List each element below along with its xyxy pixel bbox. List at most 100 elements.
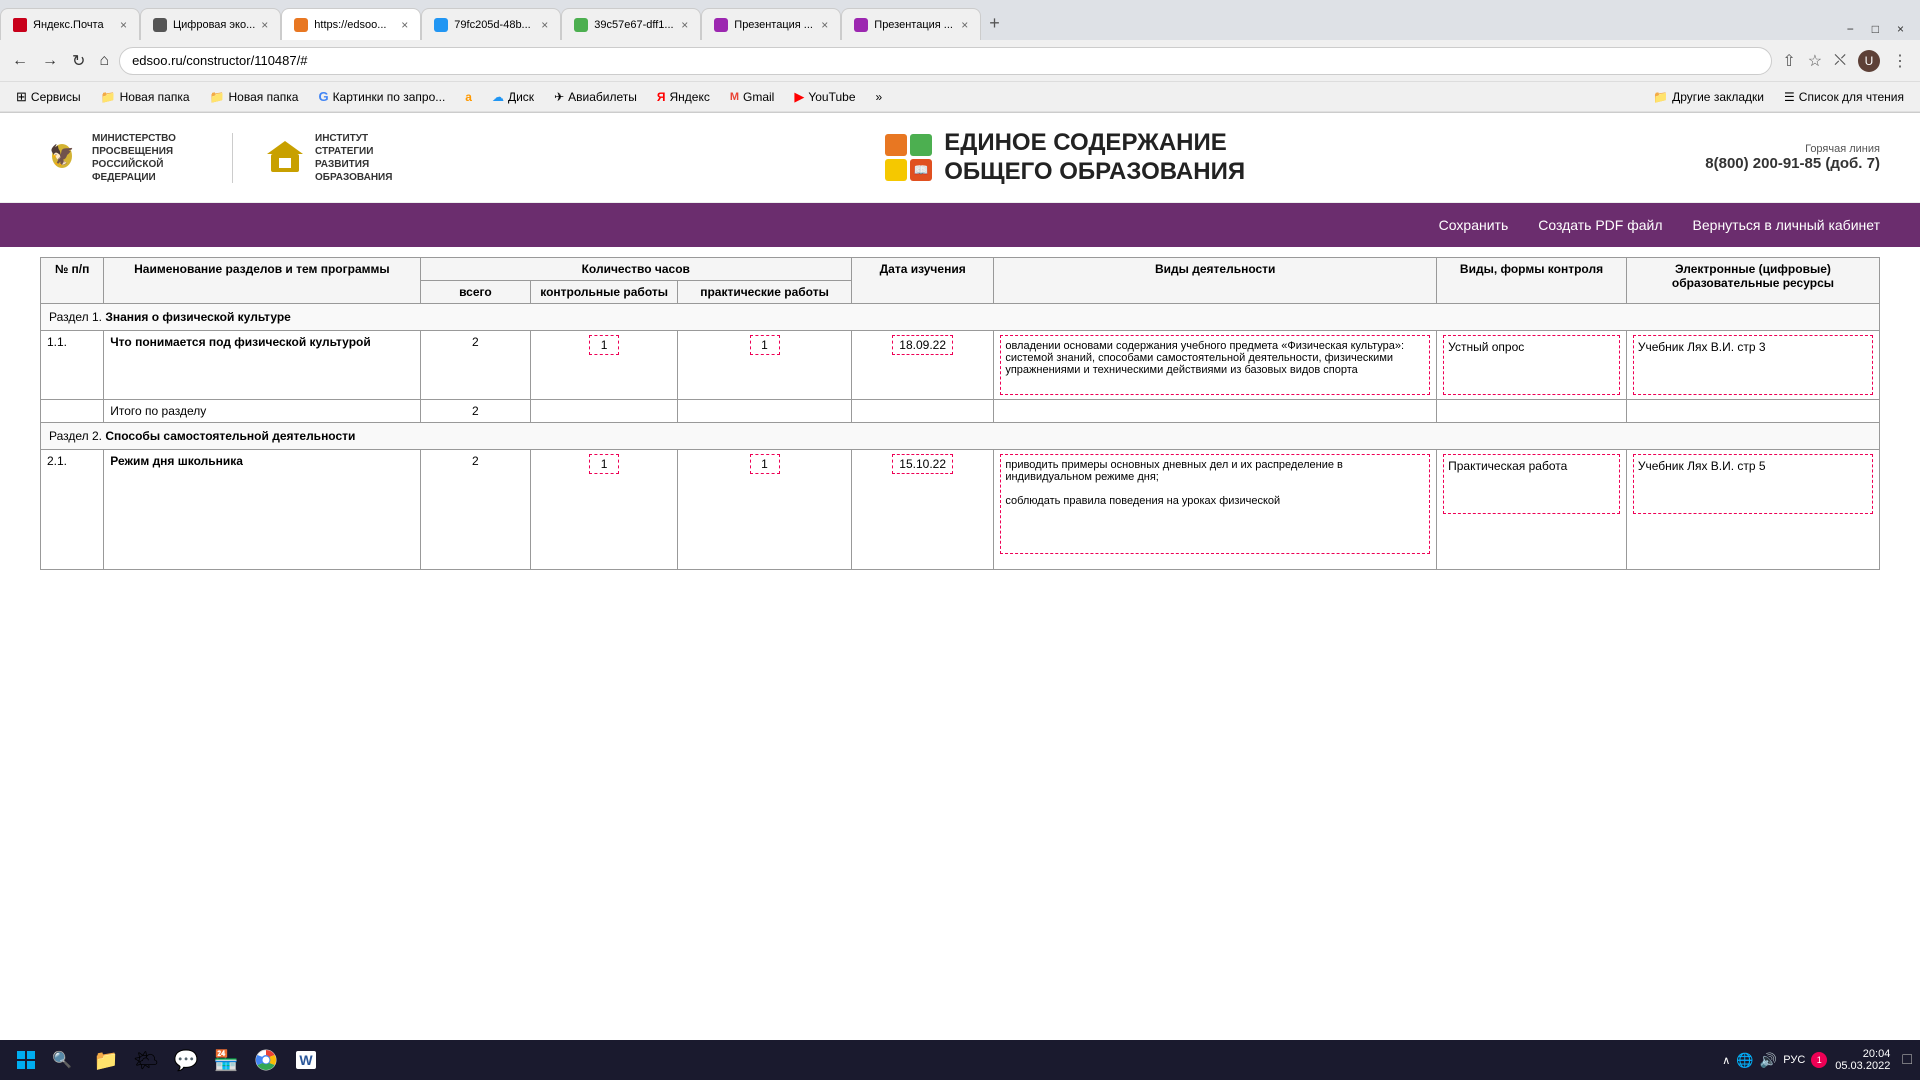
- nav-pdf[interactable]: Создать PDF файл: [1538, 217, 1662, 233]
- chevron-up-icon[interactable]: ∧: [1722, 1054, 1730, 1067]
- cell-date-2-1[interactable]: 15.10.22: [852, 450, 994, 570]
- logo-institute: ИНСТИТУТ СТРАТЕГИИ РАЗВИТИЯ ОБРАЗОВАНИЯ: [263, 132, 425, 184]
- cell-control-type-1-1[interactable]: Устный опрос: [1437, 331, 1627, 400]
- network-icon[interactable]: 🌐: [1736, 1052, 1753, 1069]
- section-1-text: Раздел 1. Знания о физической культуре: [49, 310, 291, 324]
- tab-close-6[interactable]: ×: [821, 18, 828, 32]
- bookmark-yandex[interactable]: Я Яндекс: [649, 88, 718, 106]
- cell-resource-2-1[interactable]: Учебник Лях В.И. стр 5: [1626, 450, 1879, 570]
- bookmark-more[interactable]: »: [868, 88, 891, 106]
- control-hours-input-1-1[interactable]: 1: [589, 335, 619, 355]
- maximize-button[interactable]: □: [1864, 18, 1887, 40]
- practice-hours-input-2-1[interactable]: 1: [750, 454, 780, 474]
- reading-list-icon: ☰: [1784, 90, 1795, 104]
- back-button[interactable]: ←: [8, 48, 32, 74]
- tab-close-4[interactable]: ×: [541, 18, 548, 32]
- cell-practice-hours-2-1[interactable]: 1: [678, 450, 852, 570]
- total-empty-4: [994, 400, 1437, 423]
- tab-presentation2[interactable]: Презентация ... ×: [841, 8, 981, 40]
- tab-39c5[interactable]: 39c57e67-dff1... ×: [561, 8, 701, 40]
- section-1-header: Раздел 1. Знания о физической культуре: [41, 304, 1880, 331]
- bookmarks-bar: ⊞ Сервисы 📁 Новая папка 📁 Новая папка G …: [0, 82, 1920, 112]
- tab-close-3[interactable]: ×: [401, 18, 408, 32]
- bookmark-avia[interactable]: ✈ Авиабилеты: [546, 88, 645, 106]
- cell-date-1-1[interactable]: 18.09.22: [852, 331, 994, 400]
- minimize-button[interactable]: −: [1839, 18, 1862, 40]
- bookmark-folder-2[interactable]: 📁 Новая папка: [202, 88, 307, 106]
- system-tray: ∧ 🌐 🔊 РУС 1: [1722, 1052, 1827, 1069]
- bookmark-reading-list[interactable]: ☰ Список для чтения: [1776, 88, 1912, 106]
- bookmark-google[interactable]: G Картинки по запро...: [310, 87, 453, 106]
- new-tab-button[interactable]: +: [981, 9, 1008, 38]
- taskbar-word[interactable]: W: [288, 1042, 324, 1078]
- bookmark-youtube[interactable]: ▶ YouTube: [786, 87, 863, 107]
- taskbar-teams[interactable]: 💬: [168, 1042, 204, 1078]
- notification-badge[interactable]: 1: [1811, 1052, 1827, 1068]
- taskbar-store[interactable]: 🏪: [208, 1042, 244, 1078]
- tab-close-5[interactable]: ×: [681, 18, 688, 32]
- tab-presentation1[interactable]: Презентация ... ×: [701, 8, 841, 40]
- search-icon: 🔍: [52, 1050, 72, 1070]
- search-button[interactable]: 🔍: [44, 1042, 80, 1078]
- start-button[interactable]: [8, 1042, 44, 1078]
- tab-close-2[interactable]: ×: [261, 18, 268, 32]
- profile-icon[interactable]: U: [1854, 46, 1884, 76]
- extensions-icon[interactable]: ⛌: [1830, 48, 1850, 74]
- control-type-input-2-1[interactable]: Практическая работа: [1443, 454, 1620, 514]
- cell-control-type-2-1[interactable]: Практическая работа: [1437, 450, 1627, 570]
- practice-hours-input-1-1[interactable]: 1: [750, 335, 780, 355]
- share-icon[interactable]: ⇧: [1778, 47, 1799, 75]
- activities-input-1-1[interactable]: овладении основами содержания учебного п…: [1000, 335, 1430, 395]
- logo-institute-text: ИНСТИТУТ СТРАТЕГИИ РАЗВИТИЯ ОБРАЗОВАНИЯ: [315, 132, 425, 184]
- menu-icon[interactable]: ⋮: [1888, 47, 1912, 75]
- gmail-icon: M: [730, 91, 739, 103]
- bookmark-star-icon[interactable]: ☆: [1804, 47, 1826, 75]
- cell-resource-1-1[interactable]: Учебник Лях В.И. стр 3: [1626, 331, 1879, 400]
- icon-green-top: [910, 134, 932, 156]
- date-input-2-1[interactable]: 15.10.22: [892, 454, 953, 474]
- close-button[interactable]: ×: [1889, 18, 1912, 40]
- taskbar-file-explorer[interactable]: 📁: [88, 1042, 124, 1078]
- cell-control-hours-1-1[interactable]: 1: [531, 331, 678, 400]
- cell-activities-2-1[interactable]: приводить примеры основных дневных дел и…: [994, 450, 1437, 570]
- tab-close-7[interactable]: ×: [961, 18, 968, 32]
- cell-control-hours-2-1[interactable]: 1: [531, 450, 678, 570]
- show-desktop-button[interactable]: □: [1902, 1051, 1912, 1069]
- refresh-button[interactable]: ↻: [68, 47, 89, 75]
- hotline-number: 8(800) 200-91-85 (доб. 7): [1705, 155, 1880, 172]
- bookmark-ok[interactable]: а: [457, 88, 480, 106]
- activities-input-2-1[interactable]: приводить примеры основных дневных дел и…: [1000, 454, 1430, 554]
- control-hours-input-2-1[interactable]: 1: [589, 454, 619, 474]
- icon-red-bottom: 📖: [910, 159, 932, 181]
- date-input-1-1[interactable]: 18.09.22: [892, 335, 953, 355]
- control-type-input-1-1[interactable]: Устный опрос: [1443, 335, 1620, 395]
- resource-input-2-1[interactable]: Учебник Лях В.И. стр 5: [1633, 454, 1873, 514]
- bookmark-services[interactable]: ⊞ Сервисы: [8, 87, 89, 107]
- tab-edsoo[interactable]: https://edsoo... ×: [281, 8, 421, 40]
- bookmark-gmail[interactable]: M Gmail: [722, 88, 783, 106]
- lang-indicator[interactable]: РУС: [1783, 1054, 1805, 1066]
- address-bar[interactable]: [119, 47, 1772, 75]
- cell-practice-hours-1-1[interactable]: 1: [678, 331, 852, 400]
- tab-79fc[interactable]: 79fc205d-48b... ×: [421, 8, 561, 40]
- website-content: 🦅 МИНИСТЕРСТВО ПРОСВЕЩЕНИЯ РОССИЙСКОЙ ФЕ…: [0, 113, 1920, 1041]
- bookmark-label: Яндекс: [669, 90, 709, 104]
- hours-value-1-1: 2: [472, 335, 479, 349]
- volume-icon[interactable]: 🔊: [1760, 1052, 1777, 1069]
- tab-close-1[interactable]: ×: [120, 18, 127, 32]
- total-empty-1: [531, 400, 678, 423]
- tab-yandex-mail[interactable]: Яндекс.Почта ×: [0, 8, 140, 40]
- home-button[interactable]: ⌂: [95, 48, 113, 74]
- bookmark-disk[interactable]: ☁ Диск: [484, 88, 542, 106]
- bookmark-folder-1[interactable]: 📁 Новая папка: [93, 88, 198, 106]
- forward-button[interactable]: →: [38, 48, 62, 74]
- taskbar-chrome[interactable]: [248, 1042, 284, 1078]
- nav-save[interactable]: Сохранить: [1439, 217, 1509, 233]
- taskbar-widget[interactable]: 🌤: [128, 1042, 164, 1078]
- youtube-icon: ▶: [794, 89, 804, 105]
- resource-input-1-1[interactable]: Учебник Лях В.И. стр 3: [1633, 335, 1873, 395]
- bookmark-other[interactable]: 📁 Другие закладки: [1645, 88, 1772, 106]
- cell-activities-1-1[interactable]: овладении основами содержания учебного п…: [994, 331, 1437, 400]
- tab-digital[interactable]: Цифровая эко... ×: [140, 8, 281, 40]
- nav-cabinet[interactable]: Вернуться в личный кабинет: [1693, 217, 1880, 233]
